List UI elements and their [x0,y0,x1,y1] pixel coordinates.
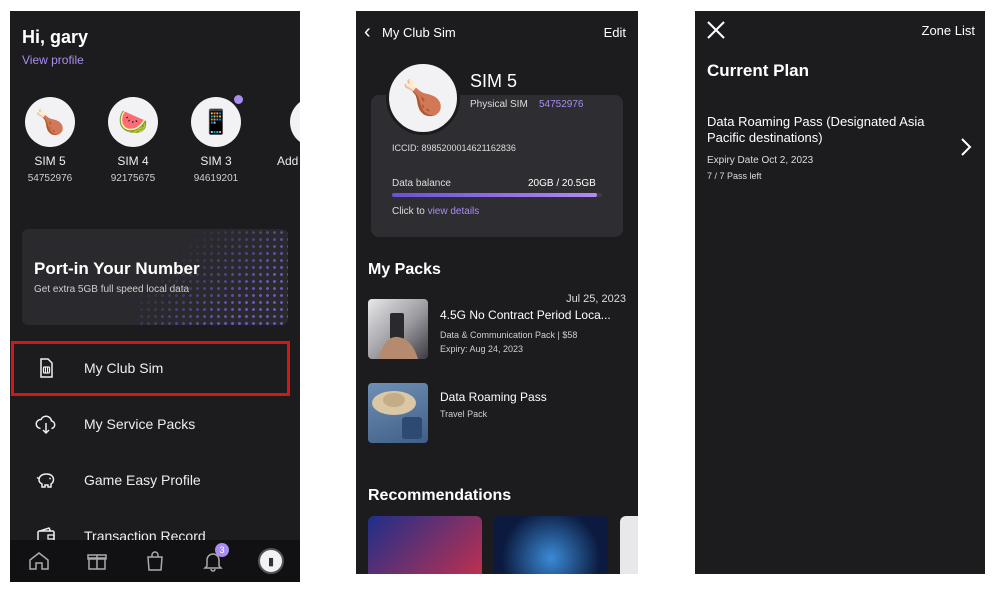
data-balance-label: Data balance [392,178,451,189]
sim-number: 94619201 [193,173,239,184]
pack-detail: Data & Communication Pack | $58 [440,330,578,340]
bottom-tab-bar: 3 ▮ [10,540,300,582]
edit-button[interactable]: Edit [604,25,626,40]
drumstick-icon: 🍗 [25,97,75,147]
click-to-label: Click to [392,206,425,217]
sim-name: SIM 3 [200,154,232,168]
pack-name[interactable]: Data Roaming Pass [440,390,628,404]
pack-type: Travel Pack [440,409,488,419]
home-screen: Hi, gary View profile 🍗 SIM 5 54752976 🍉… [10,11,300,582]
sim-number: 54752976 [27,173,73,184]
add-label: Add [277,154,299,168]
sim-type-label: Physical SIM [470,99,528,110]
pack-expiry: Expiry: Aug 24, 2023 [440,344,524,354]
sim-title: SIM 5 [470,71,518,91]
port-in-banner[interactable]: Port-in Your Number Get extra 5GB full s… [22,229,288,325]
gift-icon [87,554,107,570]
promo-subtitle: Get extra 5GB full speed local data [34,284,190,295]
menu-label: Game Easy Profile [84,472,201,488]
menu-item-my-service-packs[interactable]: My Service Packs [10,398,300,450]
greeting: Hi, gary [22,27,89,47]
my-packs-heading: My Packs [368,261,441,278]
data-balance-value: 20GB / 20.5GB [528,178,596,189]
view-profile-link[interactable]: View profile [22,53,84,67]
phone-icon: 📱 [191,95,243,147]
notification-badge: 3 [215,543,229,557]
sim-number: 54752976 [539,99,584,110]
add-sim-item[interactable]: Add [262,97,300,168]
recommendations-heading: Recommendations [368,487,512,504]
close-icon[interactable] [705,19,727,41]
tab-profile[interactable]: ▮ [257,547,285,575]
menu-label: My Service Packs [84,416,196,432]
page-title: Current Plan [707,61,810,80]
expiry-label: Expiry Date [707,155,759,166]
tab-shop[interactable] [141,547,169,575]
current-plan-screen: Zone List Current Plan Data Roaming Pass… [695,11,985,574]
avatar: ▮ [258,548,284,574]
iccid-text: ICCID: 8985200014621162836 [392,143,516,153]
sim-item-4[interactable]: 🍉 SIM 4 92175675 [93,97,173,184]
pack-thumbnail-phone[interactable] [368,299,428,359]
zone-list-link[interactable]: Zone List [922,23,975,38]
selection-highlight [11,341,290,396]
recommendation-card[interactable] [620,516,638,574]
recommendation-card[interactable] [368,516,482,574]
passes-left: 7 / 7 Pass left [707,171,762,181]
pack-name[interactable]: 4.5G No Contract Period Loca... [440,308,628,322]
pack-thumbnail-travel[interactable] [368,383,428,443]
add-icon [290,97,300,147]
promo-title: Port-in Your Number [34,259,200,278]
recommendation-card[interactable] [494,516,608,574]
data-balance-bar [392,193,602,197]
view-details-row: Click to view details [392,206,479,217]
home-icon [29,552,49,570]
pack-date: Jul 25, 2023 [566,293,626,305]
sim-item-3[interactable]: 📱 SIM 3 94619201 [176,95,256,184]
page-title: My Club Sim [382,25,456,40]
sim-item-5[interactable]: 🍗 SIM 5 54752976 [10,97,90,184]
tab-gifts[interactable] [83,547,111,575]
piggy-bank-icon [36,473,55,488]
plan-expiry: Expiry Date Oct 2, 2023 [707,155,813,166]
data-balance-fill [392,193,597,197]
sim-carousel: 🍗 SIM 5 54752976 🍉 SIM 4 92175675 📱 SIM … [10,95,300,197]
sim-number: 92175675 [110,173,156,184]
shopping-bag-icon [147,551,163,571]
drumstick-icon: 🍗 [386,61,460,135]
expiry-date: Oct 2, 2023 [761,155,814,166]
hand-phone-image [378,313,418,359]
plan-name[interactable]: Data Roaming Pass (Designated Asia Pacif… [707,114,947,146]
chevron-right-icon[interactable] [959,137,973,157]
tab-home[interactable] [25,547,53,575]
tab-notifications[interactable]: 3 [199,543,229,575]
view-details-link[interactable]: view details [428,206,480,217]
back-icon[interactable]: ‹ [364,21,371,44]
my-club-sim-screen: ‹ My Club Sim Edit 🍗 SIM 5 Physical SIM … [356,11,638,574]
travel-hat-image [372,391,422,439]
menu-item-game-easy-profile[interactable]: Game Easy Profile [10,454,300,506]
sim-name: SIM 5 [34,154,66,168]
sim-name: SIM 4 [117,154,149,168]
new-dot [234,95,243,104]
watermelon-icon: 🍉 [108,97,158,147]
cloud-download-icon [35,415,56,435]
